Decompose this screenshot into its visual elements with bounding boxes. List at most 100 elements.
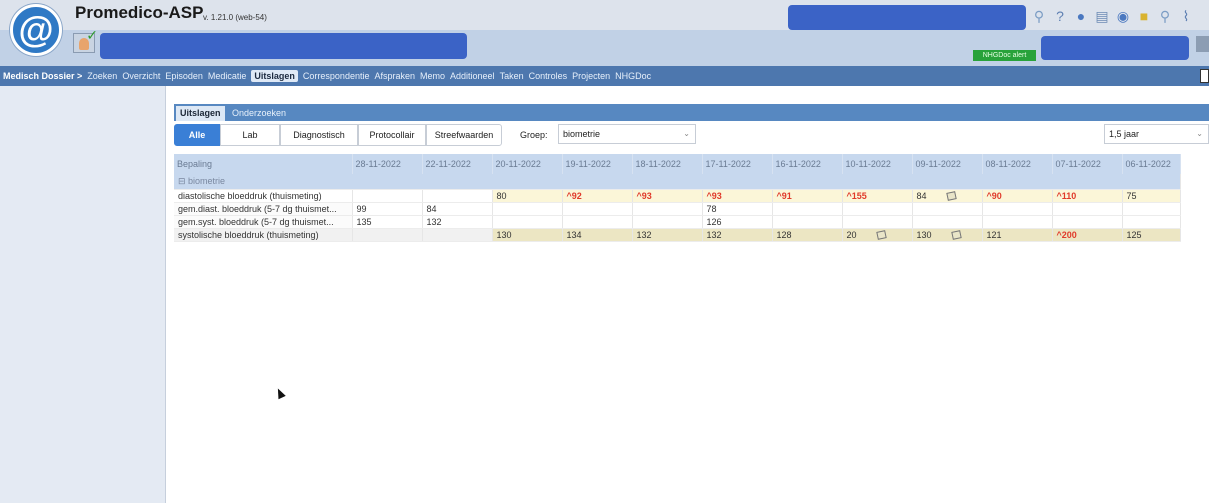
column-header-date[interactable]: 17-11-2022 (702, 154, 773, 174)
result-cell[interactable] (422, 228, 493, 242)
result-cell[interactable] (1122, 202, 1181, 216)
nav-memo[interactable]: Memo (420, 71, 445, 81)
result-cell[interactable]: 20 (842, 228, 913, 242)
table-row[interactable]: gem.diast. bloeddruk (5-7 dg thuismet...… (174, 202, 1181, 216)
result-cell[interactable]: 132 (632, 228, 703, 242)
settings-icon[interactable]: ◉ (1116, 8, 1130, 25)
nav-controles[interactable]: Controles (529, 71, 568, 81)
tab-onderzoeken[interactable]: Onderzoeken (228, 106, 290, 121)
column-header-date[interactable]: 10-11-2022 (842, 154, 913, 174)
filter-alle-button[interactable]: Alle (174, 124, 220, 146)
nav-nhgdoc[interactable]: NHGDoc (615, 71, 651, 81)
result-cell[interactable]: 128 (772, 228, 843, 242)
result-cell[interactable] (912, 202, 983, 216)
column-header-date[interactable]: 08-11-2022 (982, 154, 1053, 174)
result-cell[interactable] (1122, 215, 1181, 229)
result-cell[interactable] (352, 189, 423, 203)
result-cell[interactable]: 130 (912, 228, 983, 242)
filter-protocollair-button[interactable]: Protocollair (358, 124, 426, 146)
nav-additioneel[interactable]: Additioneel (450, 71, 495, 81)
nav-uitslagen[interactable]: Uitslagen (251, 70, 298, 82)
measurement-name[interactable]: systolische bloeddruk (thuismeting) (174, 228, 353, 242)
result-cell[interactable] (842, 202, 913, 216)
result-cell[interactable] (422, 189, 493, 203)
note-icon[interactable] (945, 191, 957, 201)
document-icon[interactable]: ▤ (1095, 8, 1109, 25)
period-select[interactable]: 1,5 jaar ⌄ (1104, 124, 1209, 144)
result-cell[interactable]: ^92 (562, 189, 633, 203)
result-cell[interactable]: 80 (492, 189, 563, 203)
nav-medicatie[interactable]: Medicatie (208, 71, 247, 81)
result-cell[interactable] (982, 202, 1053, 216)
result-cell[interactable] (982, 215, 1053, 229)
note-icon[interactable] (875, 230, 887, 240)
help-icon[interactable]: ? (1053, 8, 1067, 25)
result-cell[interactable] (562, 202, 633, 216)
result-cell[interactable]: 84 (912, 189, 983, 203)
panel-toggle[interactable] (1200, 69, 1209, 83)
result-cell[interactable]: 75 (1122, 189, 1181, 203)
column-header-date[interactable]: 20-11-2022 (492, 154, 563, 174)
column-header-date[interactable]: 16-11-2022 (772, 154, 843, 174)
filter-lab-button[interactable]: Lab (220, 124, 280, 146)
search-icon[interactable]: ⚲ (1158, 8, 1172, 25)
result-cell[interactable] (632, 215, 703, 229)
result-cell[interactable]: 132 (702, 228, 773, 242)
result-cell[interactable]: ^93 (632, 189, 703, 203)
measurement-name[interactable]: diastolische bloeddruk (thuismeting) (174, 189, 353, 203)
column-header-bepaling[interactable]: Bepaling (174, 154, 353, 174)
globe-icon[interactable]: ● (1074, 8, 1088, 25)
group-select[interactable]: biometrie ⌄ (558, 124, 696, 144)
column-header-date[interactable]: 06-11-2022 (1122, 154, 1181, 174)
result-cell[interactable] (632, 202, 703, 216)
column-header-date[interactable]: 09-11-2022 (912, 154, 983, 174)
patient-status-icon[interactable]: ✓ (73, 27, 98, 53)
column-header-date[interactable]: 18-11-2022 (632, 154, 703, 174)
filter-diagnostisch-button[interactable]: Diagnostisch (280, 124, 358, 146)
nav-zoeken[interactable]: Zoeken (87, 71, 117, 81)
result-cell[interactable] (1052, 215, 1123, 229)
result-cell[interactable] (772, 202, 843, 216)
result-cell[interactable] (842, 215, 913, 229)
result-cell[interactable] (352, 228, 423, 242)
result-cell[interactable]: 135 (352, 215, 423, 229)
result-cell[interactable]: ^155 (842, 189, 913, 203)
column-header-date[interactable]: 07-11-2022 (1052, 154, 1123, 174)
result-cell[interactable]: 132 (422, 215, 493, 229)
group-row-biometrie[interactable]: ⊟ biometrie (174, 174, 1181, 190)
nav-correspondentie[interactable]: Correspondentie (303, 71, 370, 81)
table-row[interactable]: diastolische bloeddruk (thuismeting) 80 ^9… (174, 189, 1181, 203)
mail-icon[interactable]: ■ (1137, 8, 1151, 25)
promedico-logo[interactable]: @ (10, 4, 62, 56)
print-icon[interactable] (1196, 36, 1209, 52)
result-cell[interactable] (772, 215, 843, 229)
nav-overzicht[interactable]: Overzicht (122, 71, 160, 81)
result-cell[interactable]: 134 (562, 228, 633, 242)
result-cell[interactable]: ^200 (1052, 228, 1123, 242)
nhgdoc-alert-badge[interactable]: NHGDoc alert (973, 50, 1036, 61)
measurement-name[interactable]: gem.diast. bloeddruk (5-7 dg thuismet... (174, 202, 353, 216)
nav-episoden[interactable]: Episoden (165, 71, 203, 81)
nav-medisch-dossier[interactable]: Medisch Dossier > (3, 71, 82, 81)
column-header-date[interactable]: 28-11-2022 (352, 154, 423, 174)
result-cell[interactable]: 99 (352, 202, 423, 216)
result-cell[interactable] (1052, 202, 1123, 216)
result-cell[interactable] (492, 215, 563, 229)
result-cell[interactable]: ^93 (702, 189, 773, 203)
filter-streefwaarden-button[interactable]: Streefwaarden (426, 124, 502, 146)
note-icon[interactable] (950, 230, 962, 240)
result-cell[interactable]: 84 (422, 202, 493, 216)
measurement-name[interactable]: gem.syst. bloeddruk (5-7 dg thuismet... (174, 215, 353, 229)
result-cell[interactable] (492, 202, 563, 216)
users-icon[interactable]: ⚲ (1032, 8, 1046, 25)
result-cell[interactable]: 125 (1122, 228, 1181, 242)
nav-projecten[interactable]: Projecten (572, 71, 610, 81)
table-row[interactable]: systolische bloeddruk (thuismeting) 130 13… (174, 228, 1181, 242)
table-row[interactable]: gem.syst. bloeddruk (5-7 dg thuismet... 1… (174, 215, 1181, 229)
result-cell[interactable] (562, 215, 633, 229)
collapse-icon[interactable]: ⊟ (178, 176, 188, 186)
column-header-date[interactable]: 19-11-2022 (562, 154, 633, 174)
result-cell[interactable]: 130 (492, 228, 563, 242)
tab-uitslagen[interactable]: Uitslagen (176, 106, 225, 121)
nav-afspraken[interactable]: Afspraken (374, 71, 415, 81)
